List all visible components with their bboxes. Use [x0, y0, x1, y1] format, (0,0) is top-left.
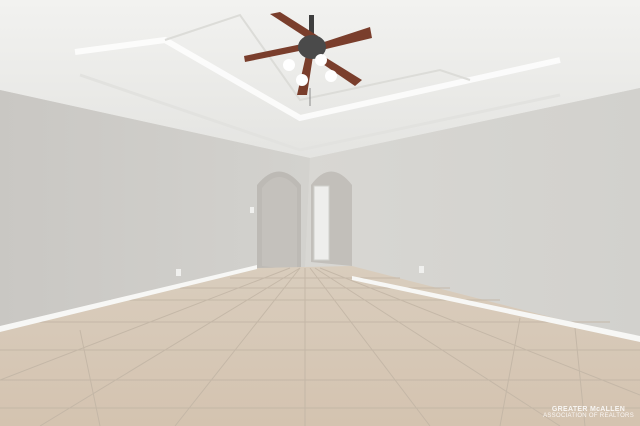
room-photo: GREATER McALLEN ASSOCIATION OF REALTORS: [0, 0, 640, 426]
wall-outlet-right: [419, 266, 424, 273]
interior-door: [313, 185, 330, 261]
room-illustration: [0, 0, 640, 426]
mls-watermark: GREATER McALLEN ASSOCIATION OF REALTORS: [543, 406, 634, 420]
archway-left-inner: [262, 177, 297, 270]
watermark-brand: GREATER McALLEN: [551, 406, 626, 413]
watermark-sub: ASSOCIATION OF REALTORS: [543, 413, 634, 419]
light-switch: [250, 207, 254, 213]
wall-outlet-left: [176, 269, 181, 276]
